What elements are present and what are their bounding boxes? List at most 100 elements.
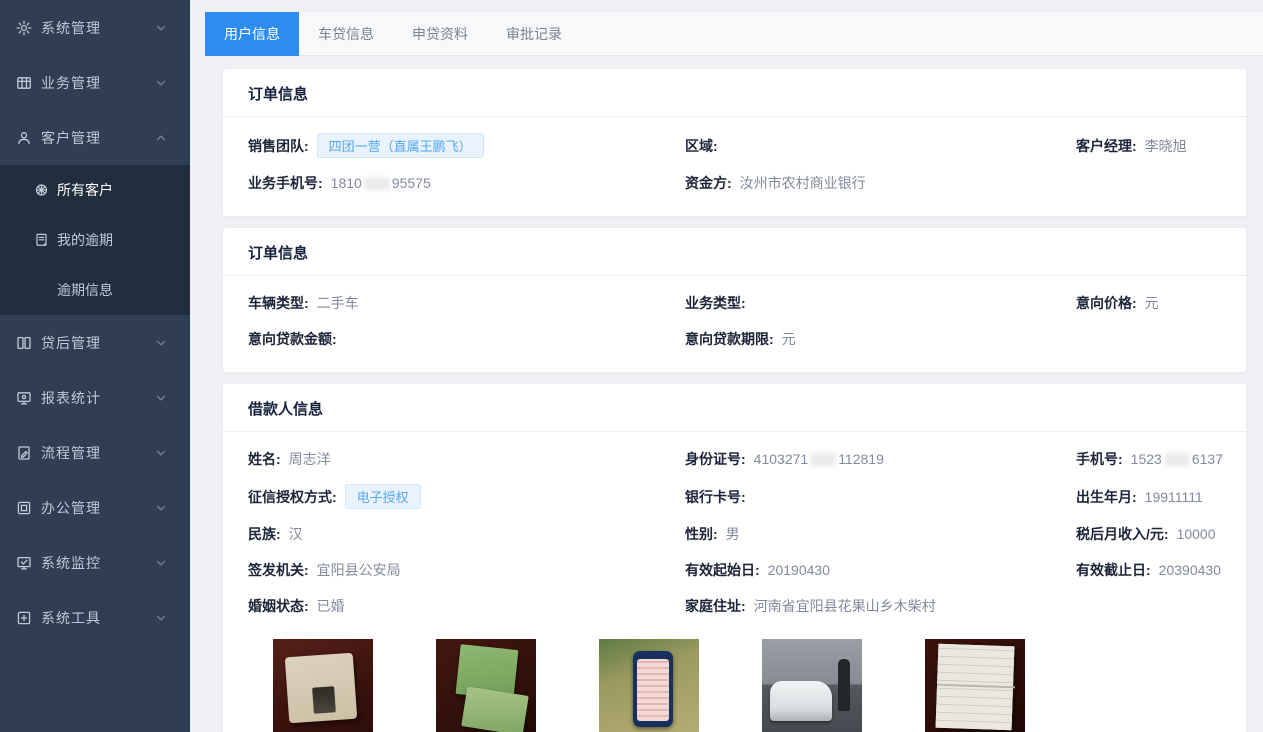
field-label: 性别: (685, 524, 718, 544)
sidebar-item-客户管理[interactable]: 客户管理 (0, 110, 190, 165)
field-value: 元 (782, 329, 796, 349)
field-有效截止日: 有效截止日:20390430 (1076, 559, 1221, 581)
field-row: 征信授权方式: 电子授权 银行卡号: 出生年月: 19911111 (248, 484, 1221, 509)
field-客户经理: 客户经理:李晓旭 (1076, 135, 1221, 157)
main-content: 用户信息车贷信息申贷资料审批记录 订单信息销售团队:四团一营（直属王鹏飞）区域:… (190, 0, 1263, 732)
monitor-check-icon (16, 554, 33, 571)
card-body: 车辆类型:二手车业务类型:意向价格:元意向贷款金额:意向贷款期限:元 (223, 276, 1246, 372)
field-row: 业务手机号: 1810 95575 资金方:汝州市农村商业银行 (248, 172, 1221, 194)
chevron-down-icon (154, 611, 168, 625)
field-征信授权方式: 征信授权方式: 电子授权 (248, 484, 685, 509)
tab-bar: 用户信息车贷信息申贷资料审批记录 (205, 12, 1263, 56)
field-value-tag[interactable]: 电子授权 (345, 484, 421, 509)
field-资金方: 资金方:汝州市农村商业银行 (685, 172, 1076, 194)
field-label: 意向价格: (1076, 293, 1137, 313)
sidebar-item-label: 办公管理 (41, 498, 154, 518)
field-label: 婚姻状态: (248, 596, 309, 616)
field-label: 车辆类型: (248, 293, 309, 313)
sidebar-item-办公管理[interactable]: 办公管理 (0, 480, 190, 535)
field-value: 1810 (331, 175, 362, 191)
field-label: 业务手机号: (248, 173, 323, 193)
monitor-icon (16, 389, 33, 406)
user-icon (16, 129, 33, 146)
chevron-up-icon (154, 131, 168, 145)
card-title: 借款人信息 (223, 384, 1246, 432)
notebook-icon (34, 233, 49, 248)
photo-gallery: 身份证驾驶证照片征信报告人车合影结婚证明 (248, 631, 1221, 732)
person-car-photo[interactable] (762, 639, 862, 732)
app-root: 系统管理业务管理客户管理所有客户我的逾期逾期信息贷后管理报表统计流程管理办公管理… (0, 0, 1263, 732)
field-有效起始日: 有效起始日:20190430 (685, 559, 1076, 581)
field-value-tag[interactable]: 四团一营（直属王鹏飞） (317, 133, 484, 158)
field-value-suffix: 112819 (838, 451, 884, 467)
field-车辆类型: 车辆类型: 二手车 (248, 292, 685, 314)
sidebar: 系统管理业务管理客户管理所有客户我的逾期逾期信息贷后管理报表统计流程管理办公管理… (0, 0, 190, 732)
photo-wrap: 结婚证明 (925, 639, 1025, 732)
field-value: 汉 (289, 524, 303, 544)
card-title: 订单信息 (223, 69, 1246, 117)
card-title: 订单信息 (223, 228, 1246, 276)
field-label: 客户经理: (1076, 136, 1137, 156)
field-value: 19911111 (1145, 489, 1203, 505)
field-姓名: 姓名:周志洋 (248, 448, 685, 470)
field-label: 民族: (248, 524, 281, 544)
field-value: 1523 (1131, 451, 1162, 467)
sidebar-subitem-所有客户[interactable]: 所有客户 (0, 165, 190, 215)
tab-申贷资料[interactable]: 申贷资料 (393, 12, 487, 56)
sidebar-item-系统管理[interactable]: 系统管理 (0, 0, 190, 55)
field-row: 意向贷款金额:意向贷款期限:元 (248, 328, 1221, 350)
field-民族: 民族: 汉 (248, 523, 685, 545)
id-card-photo[interactable] (273, 639, 373, 732)
box-icon (16, 499, 33, 516)
field-label: 意向贷款金额: (248, 329, 337, 349)
chevron-down-icon (154, 501, 168, 515)
sidebar-item-label: 报表统计 (41, 388, 154, 408)
field-value: 汝州市农村商业银行 (740, 173, 866, 193)
sidebar-item-label: 业务管理 (41, 73, 154, 93)
sidebar-item-贷后管理[interactable]: 贷后管理 (0, 315, 190, 370)
field-label: 手机号: (1076, 449, 1123, 469)
tab-审批记录[interactable]: 审批记录 (487, 12, 581, 56)
field-label: 出生年月: (1076, 487, 1137, 507)
green-booklet-photo[interactable] (436, 639, 536, 732)
card-订单信息-1: 订单信息车辆类型:二手车业务类型:意向价格:元意向贷款金额:意向贷款期限:元 (222, 227, 1247, 373)
field-label: 银行卡号: (685, 487, 746, 507)
sidebar-item-流程管理[interactable]: 流程管理 (0, 425, 190, 480)
chevron-down-icon (154, 76, 168, 90)
field-身份证号: 身份证号:4103271112819 (685, 448, 1076, 470)
field-label: 家庭住址: (685, 596, 746, 616)
sidebar-subitem-逾期信息[interactable]: 逾期信息 (0, 265, 190, 315)
field-value-suffix: 95575 (392, 175, 431, 191)
sidebar-subitem-我的逾期[interactable]: 我的逾期 (0, 215, 190, 265)
field-value: 二手车 (317, 293, 359, 313)
phone-qr-photo[interactable] (599, 639, 699, 732)
field-label: 签发机关: (248, 560, 309, 580)
field-label: 姓名: (248, 449, 281, 469)
sidebar-item-业务管理[interactable]: 业务管理 (0, 55, 190, 110)
chevron-down-icon (154, 391, 168, 405)
document-photo[interactable] (925, 639, 1025, 732)
field-value: 20390430 (1159, 562, 1221, 578)
tab-车贷信息[interactable]: 车贷信息 (299, 12, 393, 56)
field-label: 业务类型: (685, 293, 746, 313)
field-区域: 区域: (685, 135, 1076, 157)
sidebar-item-系统工具[interactable]: 系统工具 (0, 590, 190, 645)
field-row: 民族:汉性别:男税后月收入/元:10000 (248, 523, 1221, 545)
sidebar-item-label: 系统工具 (41, 608, 154, 628)
sidebar-item-系统监控[interactable]: 系统监控 (0, 535, 190, 590)
field-label: 征信授权方式: (248, 487, 337, 507)
sidebar-item-报表统计[interactable]: 报表统计 (0, 370, 190, 425)
field-row: 姓名:周志洋身份证号:4103271112819手机号:15236137 (248, 448, 1221, 470)
card-body: 销售团队:四团一营（直属王鹏飞）区域:客户经理:李晓旭业务手机号:1810955… (223, 117, 1246, 216)
doc-edit-icon (16, 444, 33, 461)
field-婚姻状态: 婚姻状态:已婚 (248, 595, 685, 617)
panels-icon (16, 334, 33, 351)
field-value: 宜阳县公安局 (317, 560, 401, 580)
field-row: 婚姻状态:已婚家庭住址:河南省宜阳县花果山乡木柴村 (248, 595, 1221, 617)
field-性别: 性别:男 (685, 523, 1076, 545)
tab-用户信息[interactable]: 用户信息 (205, 12, 299, 56)
photo-wrap: 征信报告 (599, 639, 699, 732)
field-value: 元 (1145, 293, 1159, 313)
photo-wrap: 驾驶证照片 (436, 639, 536, 732)
gear-icon (16, 19, 33, 36)
